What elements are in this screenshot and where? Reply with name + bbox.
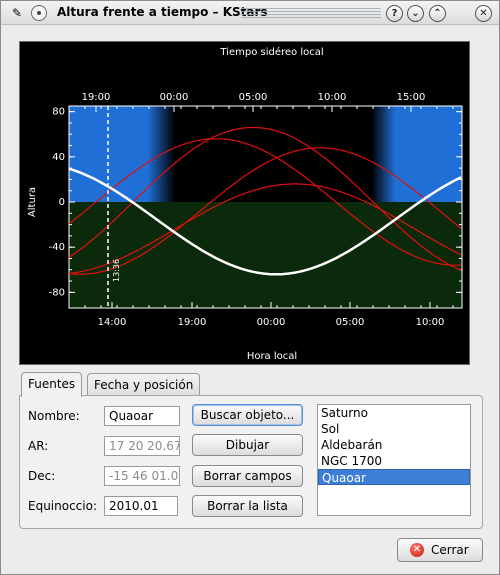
ra-input[interactable]: 17 20 20.67 [104,436,180,456]
list-item[interactable]: NGC 1700 [318,453,470,469]
dialog-window: ✎ Altura frente a tiempo – KStars ? ⌄ ⌃ … [0,0,500,575]
top-tick-label: 15:00 [397,92,426,103]
equinox-input[interactable]: 2010.01 [104,496,178,516]
close-icon: ✕ [410,543,424,557]
on-all-desktops-button[interactable] [31,5,47,21]
y-tick-label: -80 [49,287,65,298]
tab-sources-label: Fuentes [28,377,76,391]
top-axis-title: Tiempo sidéreo local [219,46,323,58]
list-item-selected[interactable]: Quaoar [318,469,470,485]
list-item[interactable]: Aldebarán [318,437,470,453]
sources-panel: Nombre: Quaoar AR: 17 20 20.67 Dec: -15 … [19,395,483,529]
tab-date-position-label: Fecha y posición [94,378,194,392]
title-bar[interactable]: ✎ Altura frente a tiempo – KStars ? ⌄ ⌃ … [1,1,499,25]
top-tick-label: 19:00 [82,92,111,103]
list-item[interactable]: Saturno [318,405,470,421]
clear-fields-button[interactable]: Borrar campos [192,465,303,487]
equinox-label: Equinoccio: [28,499,97,513]
y-tick-label: 0 [59,197,65,208]
pin-icon[interactable]: ✎ [9,5,25,21]
bottom-tick-label: 05:00 [336,317,365,328]
y-tick-label: 80 [52,107,65,118]
y-axis-title: Altura [27,187,38,217]
close-button-label: Cerrar [431,543,469,557]
window-title: Altura frente a tiempo – KStars [57,5,268,19]
plot-svg: 13:36 Tiempo sidéreo local Hora local Al… [27,46,463,362]
dec-label: Dec: [28,469,56,483]
tab-date-position[interactable]: Fecha y posición [87,373,201,396]
top-tick-label: 05:00 [239,92,268,103]
object-list[interactable]: Saturno Sol Aldebarán NGC 1700 Quaoar [317,404,471,516]
title-bar-grip [241,8,381,18]
clear-list-button[interactable]: Borrar la lista [192,495,303,517]
close-button[interactable]: ✕ Cerrar [397,538,483,562]
bottom-axis-title: Hora local [247,351,297,362]
altitude-plot[interactable]: 13:36 Tiempo sidéreo local Hora local Al… [19,41,470,365]
y-tick-label: -40 [49,242,65,253]
bottom-tick-label: 14:00 [98,317,127,328]
tab-sources[interactable]: Fuentes [21,372,83,397]
name-input[interactable]: Quaoar [104,406,180,426]
current-time-label: 13:36 [112,259,121,282]
minimize-button[interactable]: ⌄ [407,5,424,22]
dec-input[interactable]: -15 46 01.05 [104,466,180,486]
name-label: Nombre: [28,409,80,423]
find-object-button[interactable]: Buscar objeto... [192,404,303,426]
draw-button[interactable]: Dibujar [192,434,303,456]
bottom-tick-label: 00:00 [257,317,286,328]
bottom-tick-label: 10:00 [416,317,445,328]
top-tick-label: 10:00 [318,92,347,103]
bottom-tick-label: 19:00 [178,317,207,328]
close-window-button[interactable]: ✕ [475,5,492,22]
y-tick-label: 40 [52,152,65,163]
top-tick-label: 00:00 [160,92,189,103]
help-button[interactable]: ? [386,5,403,22]
list-item[interactable]: Sol [318,421,470,437]
maximize-button[interactable]: ⌃ [429,5,446,22]
ra-label: AR: [28,439,49,453]
